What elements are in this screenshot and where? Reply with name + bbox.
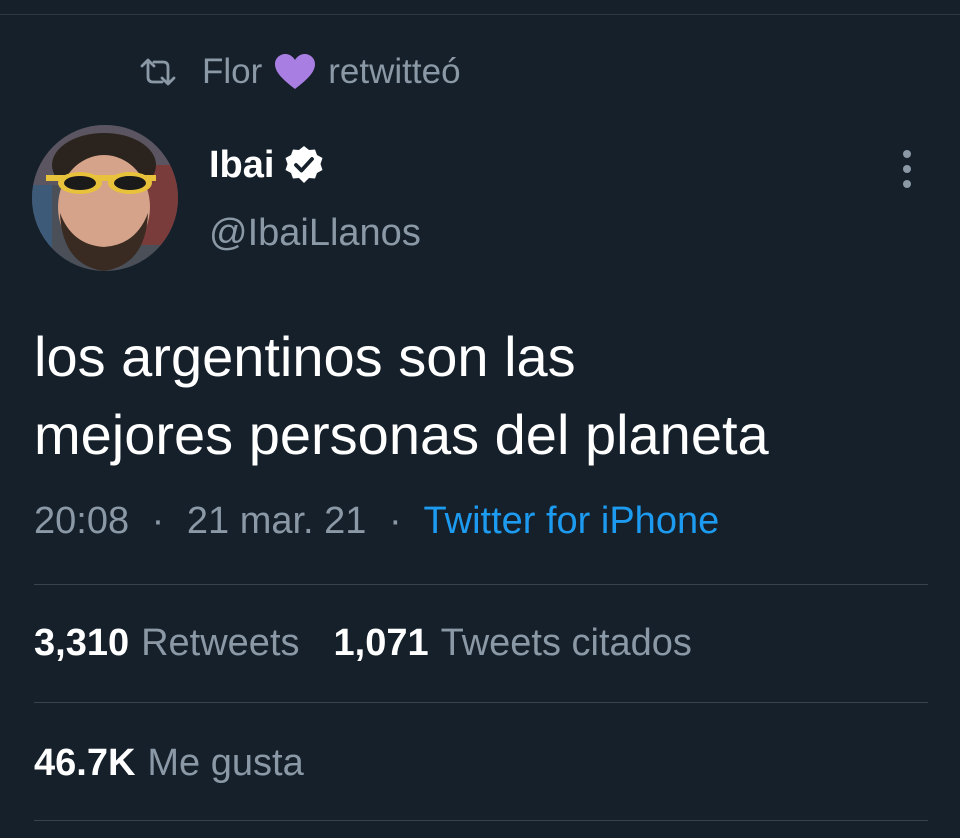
purple-heart-icon	[274, 53, 316, 91]
more-options-icon[interactable]	[896, 148, 918, 192]
divider	[34, 584, 928, 585]
tweet-meta: 20:08 · 21 mar. 21 · Twitter for iPhone	[34, 500, 719, 543]
likes-stat[interactable]: 46.7K Me gusta	[34, 742, 304, 785]
divider	[34, 820, 928, 821]
meta-separator: ·	[389, 500, 402, 542]
divider	[34, 702, 928, 703]
tweet-source-link[interactable]: Twitter for iPhone	[424, 500, 720, 542]
retweeter-name[interactable]: Flor	[202, 52, 262, 92]
retweets-label: Retweets	[141, 622, 300, 664]
retweet-icon	[138, 57, 178, 87]
tweet-time[interactable]: 20:08	[34, 500, 129, 542]
retweet-context[interactable]: Flor retwitteó	[138, 48, 461, 96]
likes-count: 46.7K	[34, 742, 136, 784]
likes-stats-row: 46.7K Me gusta	[34, 742, 304, 785]
avatar[interactable]	[32, 125, 178, 271]
top-divider	[0, 14, 960, 15]
tweet-text: los argentinos son las mejores personas …	[34, 318, 934, 474]
retweet-action-label: retwitteó	[328, 52, 461, 91]
quotes-count: 1,071	[333, 622, 429, 664]
author-info[interactable]: Ibai @IbaiLlanos	[209, 140, 421, 255]
tweet-text-line: los argentinos son las	[34, 325, 576, 388]
quotes-label: Tweets citados	[440, 622, 692, 664]
retweets-count: 3,310	[34, 622, 130, 664]
tweet-text-line: mejores personas del planeta	[34, 403, 769, 466]
quotes-stat[interactable]: 1,071 Tweets citados	[334, 622, 692, 665]
likes-label: Me gusta	[147, 742, 304, 784]
verified-badge-icon	[284, 145, 324, 185]
handle[interactable]: @IbaiLlanos	[209, 212, 421, 255]
display-name[interactable]: Ibai	[209, 144, 274, 187]
retweets-stat[interactable]: 3,310 Retweets	[34, 622, 300, 665]
tweet-date[interactable]: 21 mar. 21	[187, 500, 367, 542]
meta-separator: ·	[151, 500, 165, 542]
retweet-stats-row: 3,310 Retweets 1,071 Tweets citados	[34, 622, 692, 665]
